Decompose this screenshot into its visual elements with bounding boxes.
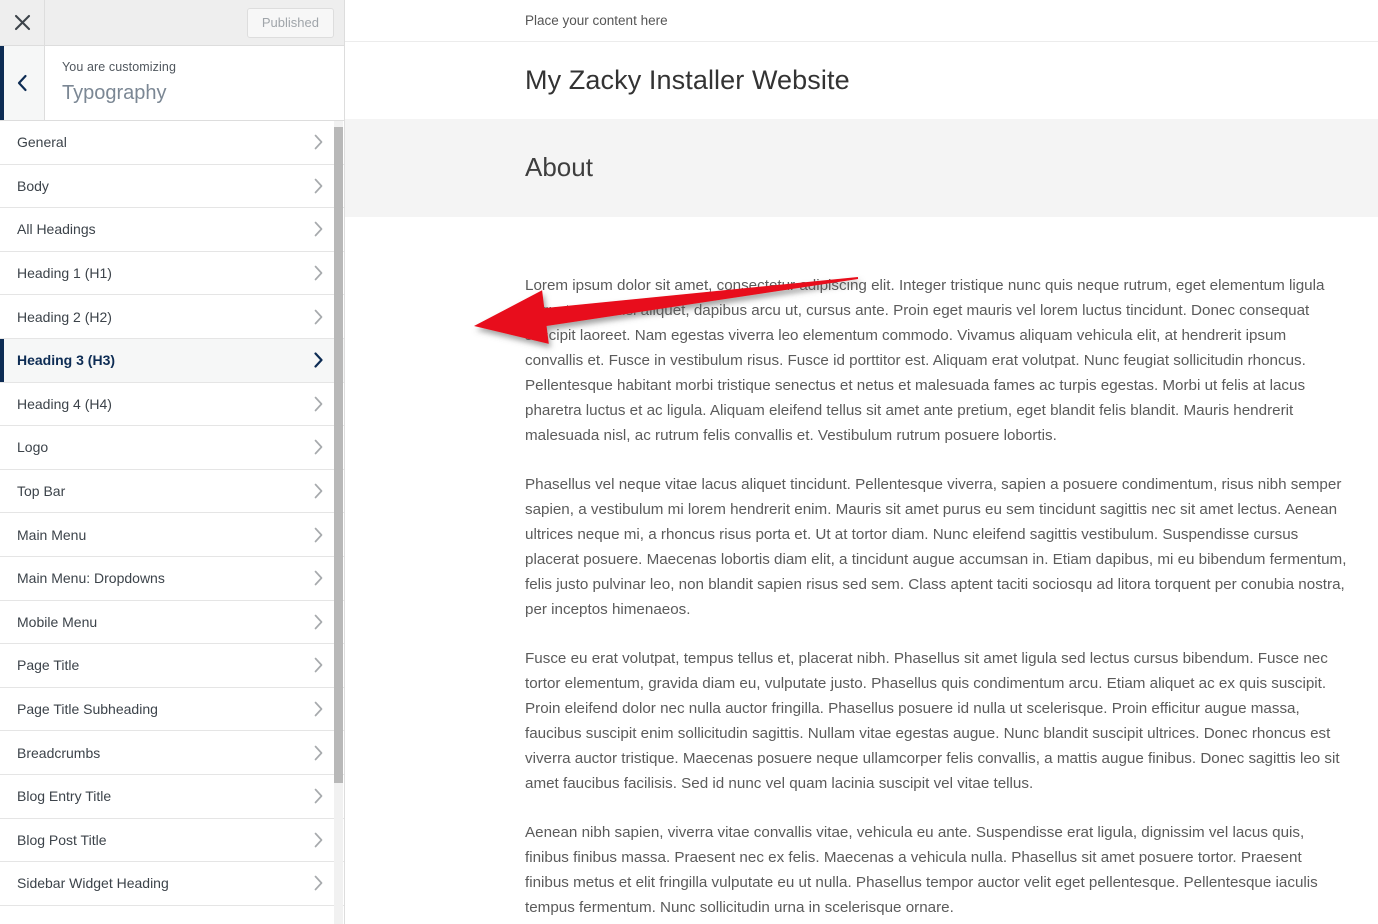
panel-item-main-menu-dropdowns[interactable]: Main Menu: Dropdowns — [0, 556, 344, 601]
chevron-right-icon — [313, 832, 324, 848]
preview-site-header: My Zacky Installer Website — [345, 42, 1378, 119]
chevron-right-icon — [313, 875, 324, 891]
customizer-topbar: Published — [0, 0, 344, 46]
panel-item-label: Main Menu: Dropdowns — [17, 570, 165, 587]
preview-page-title-bar: About — [345, 119, 1378, 217]
chevron-right-icon — [313, 701, 324, 717]
chevron-right-icon — [313, 396, 324, 412]
site-preview-pane: Place your content here My Zacky Install… — [345, 0, 1378, 924]
panel-item-label: Top Bar — [17, 483, 66, 500]
panel-item-heading-2-h2[interactable]: Heading 2 (H2) — [0, 295, 344, 339]
panel-item-heading-3-h3[interactable]: Heading 3 (H3) — [0, 338, 344, 383]
panel-item-label: Blog Entry Title — [17, 788, 112, 805]
close-x-icon — [14, 14, 31, 31]
chevron-right-icon — [313, 614, 324, 630]
sidebar-scrollbar[interactable] — [334, 121, 343, 924]
preview-top-bar: Place your content here — [345, 0, 1378, 42]
panel-item-logo[interactable]: Logo — [0, 426, 344, 470]
typography-panel-list: General Body All Headings Heading 1 (H1) Hea… — [0, 121, 344, 924]
panel-item-mobile-menu[interactable]: Mobile Menu — [0, 600, 344, 645]
chevron-right-icon — [313, 309, 324, 325]
panel-item-top-bar[interactable]: Top Bar — [0, 469, 344, 514]
chevron-right-icon — [313, 352, 324, 368]
chevron-right-icon — [313, 657, 324, 673]
body-paragraph: Aenean nibh sapien, viverra vitae conval… — [525, 824, 1318, 916]
body-paragraph: Fusce eu erat volutpat, tempus tellus et… — [525, 650, 1340, 792]
site-title[interactable]: My Zacky Installer Website — [525, 64, 850, 96]
panel-item-label: All Headings — [17, 221, 96, 238]
chevron-right-icon — [313, 178, 324, 194]
panel-item-label: Blog Post Title — [17, 831, 107, 848]
chevron-right-icon — [313, 439, 324, 455]
published-button[interactable]: Published — [246, 7, 334, 38]
panel-item-breadcrumbs[interactable]: Breadcrumbs — [0, 731, 344, 775]
panel-item-label: Body — [17, 177, 49, 194]
panel-item-label: Page Title — [17, 657, 80, 674]
sidebar-scrollbar-thumb[interactable] — [334, 127, 343, 783]
panel-item-label: General — [17, 134, 67, 151]
customizer-header-text: You are customizing Typography — [45, 46, 344, 120]
panel-item-label: Heading 4 (H4) — [17, 395, 112, 412]
panel-item-all-headings[interactable]: All Headings — [0, 208, 344, 252]
chevron-right-icon — [313, 527, 324, 543]
customizer-panel-header: You are customizing Typography — [0, 46, 344, 121]
preview-body-content: Lorem ipsum dolor sit amet, consectetur … — [345, 217, 1378, 920]
chevron-right-icon — [313, 134, 324, 150]
panel-item-label: Mobile Menu — [17, 613, 98, 630]
panel-item-label: Sidebar Widget Heading — [17, 875, 169, 892]
chevron-right-icon — [313, 483, 324, 499]
panel-item-main-menu[interactable]: Main Menu — [0, 513, 344, 557]
panel-item-label: Logo — [17, 439, 49, 456]
page-title: About — [525, 152, 593, 183]
panel-item-label: Heading 1 (H1) — [17, 265, 112, 282]
panel-item-blog-entry-title[interactable]: Blog Entry Title — [0, 774, 344, 819]
customizer-sidebar: Published You are customizing Typography… — [0, 0, 345, 924]
panel-item-blog-post-title[interactable]: Blog Post Title — [0, 818, 344, 863]
customizing-kicker: You are customizing — [62, 60, 177, 74]
panel-item-label: Breadcrumbs — [17, 744, 101, 761]
chevron-right-icon — [313, 745, 324, 761]
close-customizer-button[interactable] — [0, 0, 45, 45]
chevron-right-icon — [313, 788, 324, 804]
back-button[interactable] — [0, 46, 45, 120]
panel-item-label: Main Menu — [17, 526, 87, 543]
chevron-right-icon — [313, 221, 324, 237]
top-bar-text: Place your content here — [525, 12, 668, 28]
body-paragraph: Phasellus vel neque vitae lacus aliquet … — [525, 476, 1347, 618]
panel-item-label: Heading 3 (H3) — [17, 352, 116, 369]
panel-item-page-title[interactable]: Page Title — [0, 644, 344, 688]
customizer-screen: Published You are customizing Typography… — [0, 0, 1378, 924]
panel-item-label: Heading 2 (H2) — [17, 308, 112, 325]
body-paragraph: Lorem ipsum dolor sit amet, consectetur … — [525, 277, 1325, 444]
customizer-panel-title: Typography — [62, 81, 167, 104]
panel-item-sidebar-widget-heading[interactable]: Sidebar Widget Heading — [0, 862, 344, 906]
panel-item-general[interactable]: General — [0, 121, 344, 165]
chevron-left-icon — [16, 74, 29, 92]
chevron-right-icon — [313, 265, 324, 281]
panel-item-label: Page Title Subheading — [17, 701, 158, 718]
panel-item-heading-1-h1[interactable]: Heading 1 (H1) — [0, 251, 344, 296]
chevron-right-icon — [313, 570, 324, 586]
panel-item-page-title-subheading[interactable]: Page Title Subheading — [0, 687, 344, 732]
panel-item-heading-4-h4[interactable]: Heading 4 (H4) — [0, 382, 344, 427]
panel-item-body[interactable]: Body — [0, 164, 344, 209]
